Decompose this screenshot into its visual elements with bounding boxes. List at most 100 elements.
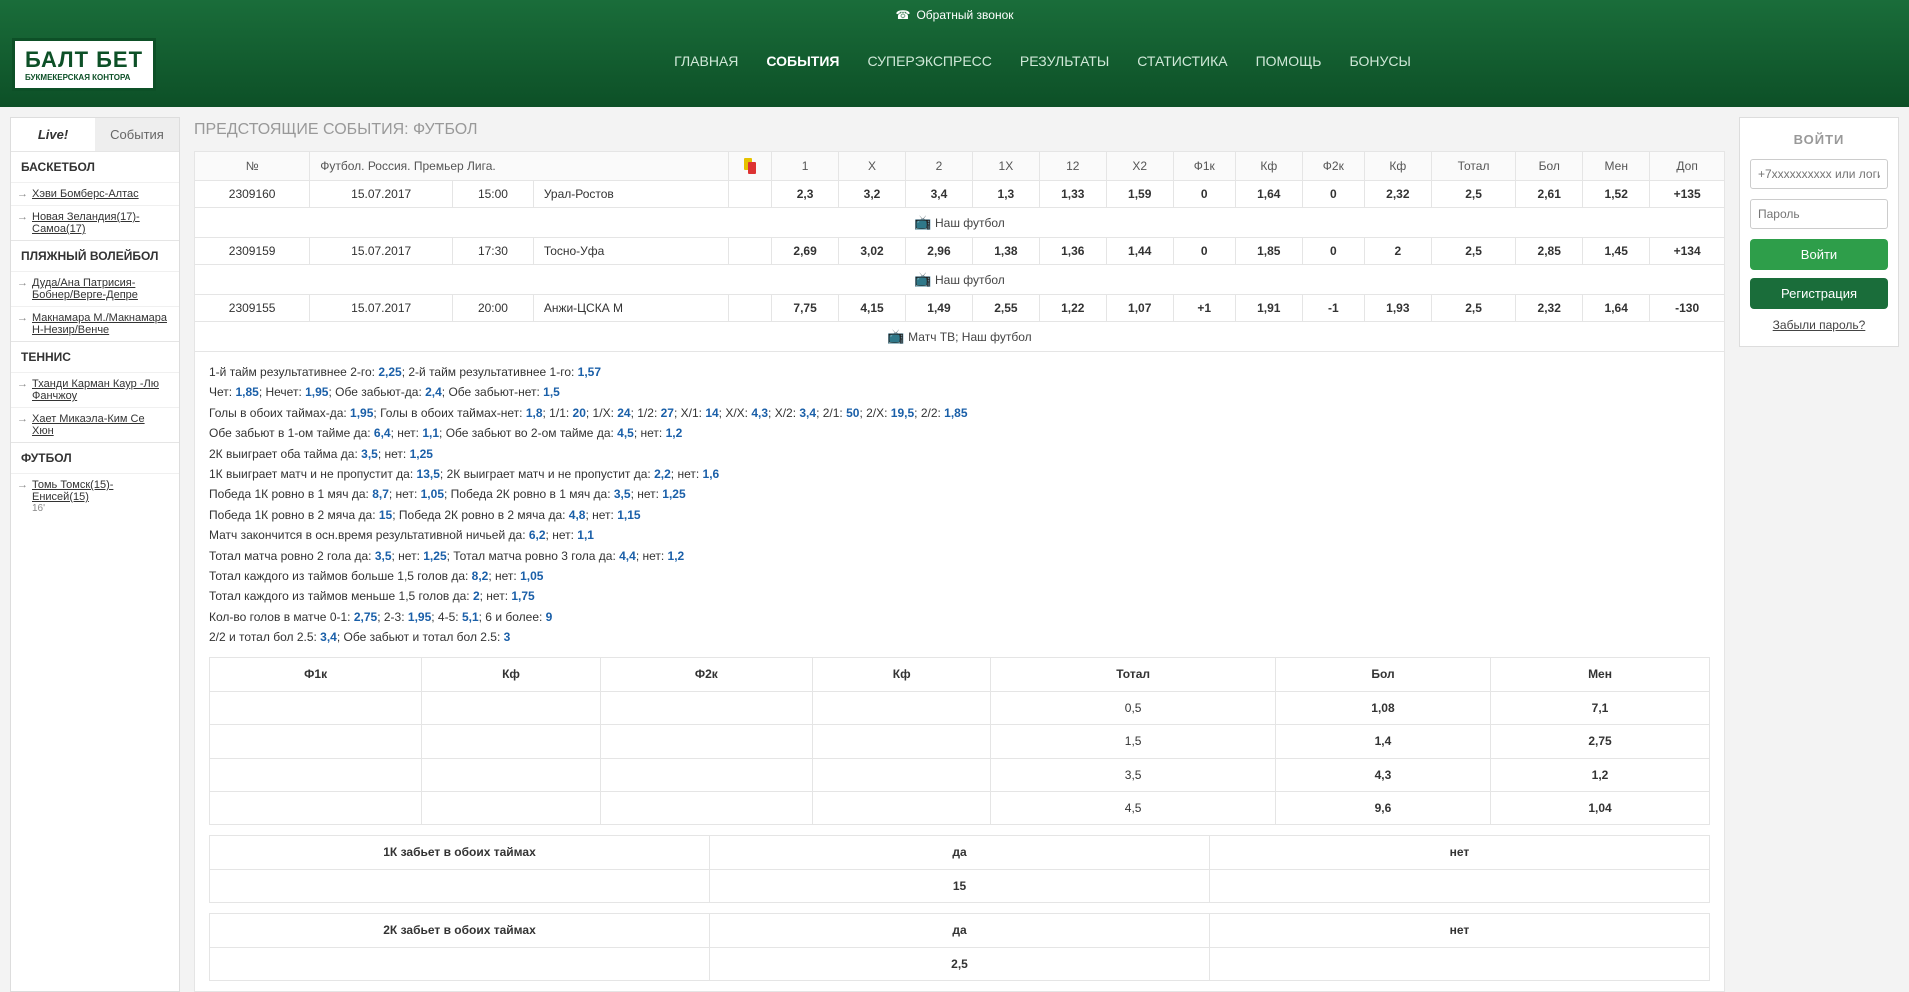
detail-odds[interactable]: 1,15 [614,508,641,522]
nav-item[interactable]: СУПЕРЭКСПРЕСС [867,53,991,69]
odds-cell[interactable]: 2,5 [1431,181,1515,208]
detail-odds[interactable]: 1,2 [664,549,684,563]
odds-cell[interactable]: 2,61 [1516,181,1583,208]
odds-cell[interactable]: 2 [1364,238,1431,265]
odds-cell[interactable]: 4,15 [839,295,906,322]
detail-odds[interactable]: 1,85 [941,406,968,420]
sidebar-item[interactable]: →Томь Томск(15)-Енисей(15)16' [11,473,179,519]
odds-cell[interactable]: 1,45 [1583,238,1650,265]
nav-item[interactable]: ГЛАВНАЯ [674,53,738,69]
detail-odds[interactable]: 6,2 [526,528,546,542]
fora-cell[interactable]: 2,75 [1491,725,1710,758]
detail-odds[interactable]: 19,5 [887,406,914,420]
detail-odds[interactable]: 1,75 [508,589,535,603]
odds-cell[interactable]: 2,85 [1516,238,1583,265]
detail-odds[interactable]: 27 [657,406,674,420]
odds-cell[interactable]: 0 [1173,181,1235,208]
tab-events[interactable]: События [95,118,179,151]
detail-odds[interactable]: 1,25 [659,487,686,501]
fora-cell[interactable]: 1,2 [1491,758,1710,791]
fora-cell[interactable]: 1,04 [1491,792,1710,825]
extra-cell[interactable]: 15 [710,869,1210,902]
nav-item[interactable]: СТАТИСТИКА [1137,53,1227,69]
detail-odds[interactable]: 1,25 [406,447,433,461]
odds-cell[interactable]: 1,38 [972,238,1039,265]
login-button[interactable]: Войти [1750,239,1888,270]
detail-odds[interactable]: 3 [500,630,510,644]
detail-odds[interactable]: 4,4 [616,549,636,563]
detail-odds[interactable]: 4,8 [565,508,585,522]
fora-cell[interactable]: 7,1 [1491,691,1710,724]
detail-odds[interactable]: 1,05 [417,487,444,501]
detail-odds[interactable]: 5,1 [459,610,479,624]
odds-cell[interactable]: 3,4 [905,181,972,208]
odds-cell[interactable]: 3,2 [839,181,906,208]
odds-cell[interactable]: 1,93 [1364,295,1431,322]
detail-odds[interactable]: 1,95 [302,385,329,399]
odds-cell[interactable]: 2,55 [972,295,1039,322]
detail-odds[interactable]: 6,4 [371,426,391,440]
login-input[interactable] [1750,159,1888,189]
odds-cell[interactable]: 2,5 [1431,295,1515,322]
detail-odds[interactable]: 3,5 [358,447,378,461]
detail-odds[interactable]: 2,75 [351,610,378,624]
detail-odds[interactable]: 2,4 [422,385,442,399]
tab-live[interactable]: Live! [11,118,95,151]
detail-odds[interactable]: 4,3 [748,406,768,420]
odds-cell[interactable]: 7,75 [772,295,839,322]
forgot-password-link[interactable]: Забыли пароль? [1773,318,1866,332]
detail-odds[interactable]: 1,95 [347,406,374,420]
fora-cell[interactable]: 1,4 [1275,725,1490,758]
detail-odds[interactable]: 3,5 [611,487,631,501]
password-input[interactable] [1750,199,1888,229]
detail-odds[interactable]: 1,6 [699,467,719,481]
odds-cell[interactable]: 1,3 [972,181,1039,208]
sidebar-item[interactable]: →Хает Микаэла-Ким Се Хюн [11,407,179,442]
detail-odds[interactable]: 8,7 [369,487,389,501]
odds-cell[interactable]: -1 [1302,295,1364,322]
detail-odds[interactable]: 50 [843,406,860,420]
nav-item[interactable]: СОБЫТИЯ [766,53,839,69]
odds-cell[interactable]: 1,49 [905,295,972,322]
detail-odds[interactable]: 20 [569,406,586,420]
nav-item[interactable]: БОНУСЫ [1349,53,1410,69]
odds-cell[interactable]: -130 [1650,295,1725,322]
odds-cell[interactable]: 2,69 [772,238,839,265]
detail-odds[interactable]: 14 [702,406,719,420]
detail-odds[interactable]: 1,1 [419,426,439,440]
sidebar-item[interactable]: →Дуда/Ана Патрисия-Бобнер/Верге-Депре [11,271,179,306]
detail-odds[interactable]: 1,2 [662,426,682,440]
fora-cell[interactable]: 4,3 [1275,758,1490,791]
detail-odds[interactable]: 1,5 [540,385,560,399]
detail-odds[interactable]: 2,2 [651,467,671,481]
odds-cell[interactable]: 1,07 [1106,295,1173,322]
odds-cell[interactable]: +1 [1173,295,1235,322]
odds-cell[interactable]: 2,32 [1364,181,1431,208]
sidebar-item[interactable]: →Макнамара М./Макнамара Н-Незир/Венче [11,306,179,341]
detail-odds[interactable]: 1,8 [523,406,543,420]
detail-odds[interactable]: 2,25 [375,365,402,379]
detail-odds[interactable]: 15 [376,508,393,522]
odds-cell[interactable]: 1,52 [1583,181,1650,208]
event-row[interactable]: 230915515.07.201720:00Анжи-ЦСКА М7,754,1… [195,295,1725,322]
odds-cell[interactable]: 1,22 [1039,295,1106,322]
callback-link[interactable]: ☎ Обратный звонок [896,8,1014,22]
odds-cell[interactable]: 1,36 [1039,238,1106,265]
event-row[interactable]: 230916015.07.201715:00Урал-Ростов2,33,23… [195,181,1725,208]
odds-cell[interactable]: 1,64 [1235,181,1302,208]
odds-cell[interactable]: 1,44 [1106,238,1173,265]
odds-cell[interactable]: 3,02 [839,238,906,265]
detail-odds[interactable]: 2 [470,589,480,603]
odds-cell[interactable]: +135 [1650,181,1725,208]
odds-cell[interactable]: 2,32 [1516,295,1583,322]
odds-cell[interactable]: 1,33 [1039,181,1106,208]
sidebar-item[interactable]: →Хэви Бомберс-Алтас [11,182,179,205]
odds-cell[interactable]: 1,85 [1235,238,1302,265]
fora-cell[interactable]: 1,08 [1275,691,1490,724]
fora-cell[interactable]: 9,6 [1275,792,1490,825]
detail-odds[interactable]: 1,1 [574,528,594,542]
odds-cell[interactable]: 1,91 [1235,295,1302,322]
odds-cell[interactable]: 1,59 [1106,181,1173,208]
detail-odds[interactable]: 3,4 [317,630,337,644]
odds-cell[interactable]: 1,64 [1583,295,1650,322]
